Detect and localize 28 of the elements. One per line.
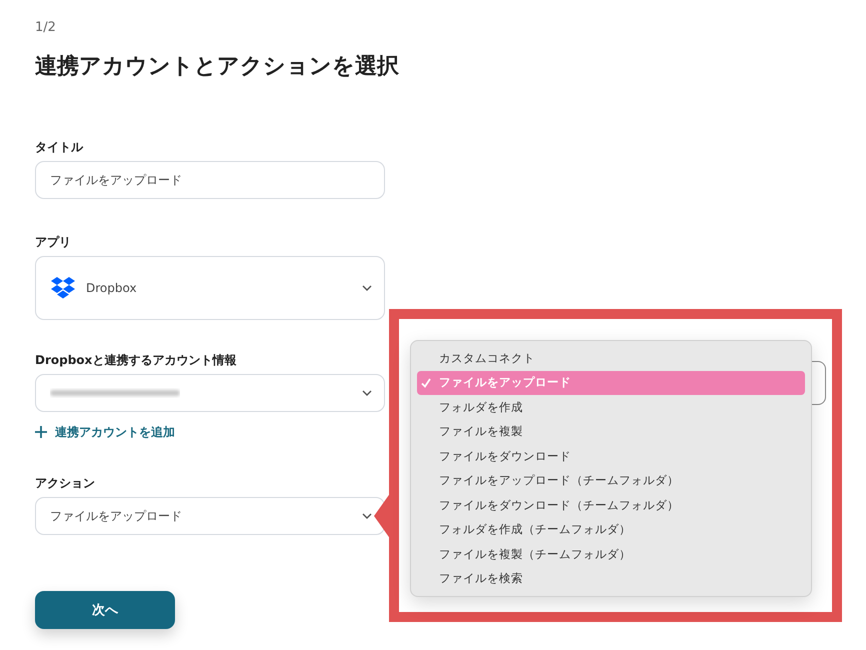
menu-item[interactable]: ファイルをダウンロード（チームフォルダ） xyxy=(417,493,805,518)
menu-item[interactable]: フォルダを作成（チームフォルダ） xyxy=(417,518,805,542)
menu-item[interactable]: ファイルをアップロード（チームフォルダ） xyxy=(417,468,805,493)
menu-item[interactable]: カスタムコネクト xyxy=(417,346,805,370)
menu-item[interactable]: ファイルを複製（チームフォルダ） xyxy=(417,542,805,566)
checkmark-icon xyxy=(421,378,431,388)
page-heading: 連携アカウントとアクションを選択 xyxy=(35,53,400,81)
menu-item[interactable]: ファイルを複製 xyxy=(417,420,805,444)
menu-item[interactable]: ファイルをダウンロード xyxy=(417,444,805,468)
account-select[interactable] xyxy=(35,374,385,412)
next-button[interactable]: 次へ xyxy=(35,591,175,629)
chevron-down-icon xyxy=(362,390,372,396)
app-select[interactable]: Dropbox xyxy=(35,256,385,320)
chevron-down-icon xyxy=(362,285,372,291)
plus-icon xyxy=(35,426,47,438)
field-label: アプリ xyxy=(35,235,72,249)
field-label: タイトル xyxy=(35,140,84,154)
action-select[interactable]: ファイルをアップロード xyxy=(35,497,385,535)
dropbox-logo-icon xyxy=(50,276,76,300)
field-label: Dropboxと連携するアカウント情報 xyxy=(35,353,238,367)
chevron-down-icon xyxy=(362,513,372,519)
menu-item[interactable]: ファイルを検索 xyxy=(417,566,805,591)
app-name: Dropbox xyxy=(86,281,138,295)
title-input[interactable]: ファイルをアップロード xyxy=(35,161,385,199)
field-label: アクション xyxy=(35,476,96,490)
menu-item[interactable]: フォルダを作成 xyxy=(417,395,805,420)
step-counter: 1/2 xyxy=(35,20,57,36)
add-account-link[interactable]: 連携アカウントを追加 xyxy=(35,424,385,440)
